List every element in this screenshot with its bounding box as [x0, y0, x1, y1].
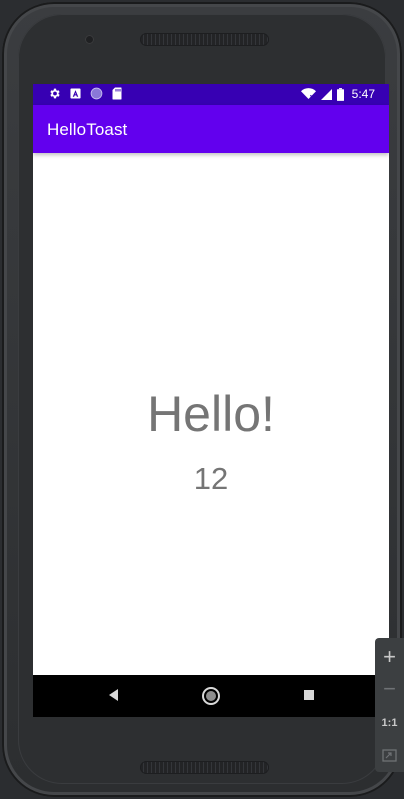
fit-screen-icon [382, 748, 397, 762]
signal-icon [320, 88, 332, 100]
front-camera [85, 35, 94, 44]
zoom-to-fit-button[interactable] [375, 740, 404, 770]
a-icon [70, 88, 81, 99]
recents-icon[interactable] [301, 686, 317, 704]
system-icons: 5:47 [300, 87, 375, 101]
home-icon[interactable] [201, 686, 221, 706]
app-bar: HelloToast [33, 105, 389, 153]
app-title: HelloToast [47, 120, 128, 139]
greeting-text: Hello! [147, 386, 275, 442]
status-clock: 5:47 [351, 87, 375, 101]
status-bar: 5:47 [33, 84, 389, 105]
phone-frame: 5:47 HelloToast Hello! 12 [2, 2, 402, 797]
main-content: Hello! 12 [33, 153, 389, 675]
wifi-icon [300, 88, 316, 100]
zoom-in-button[interactable]: + [375, 642, 404, 672]
bottom-speaker-grille [140, 761, 269, 774]
back-icon[interactable] [105, 686, 121, 704]
actual-size-button[interactable]: 1:1 [375, 708, 404, 738]
navigation-bar [33, 675, 389, 717]
battery-icon [336, 87, 344, 101]
top-speaker-grille [140, 33, 269, 46]
device-screen: 5:47 HelloToast Hello! 12 [33, 84, 389, 717]
count-text: 12 [193, 461, 229, 496]
notification-icons [48, 87, 122, 100]
gear-icon [50, 88, 60, 99]
sd-card-icon [112, 87, 122, 100]
emulator-zoom-toolbar: + − 1:1 [375, 638, 404, 772]
zoom-out-button[interactable]: − [375, 674, 404, 704]
circle-icon [90, 87, 103, 100]
